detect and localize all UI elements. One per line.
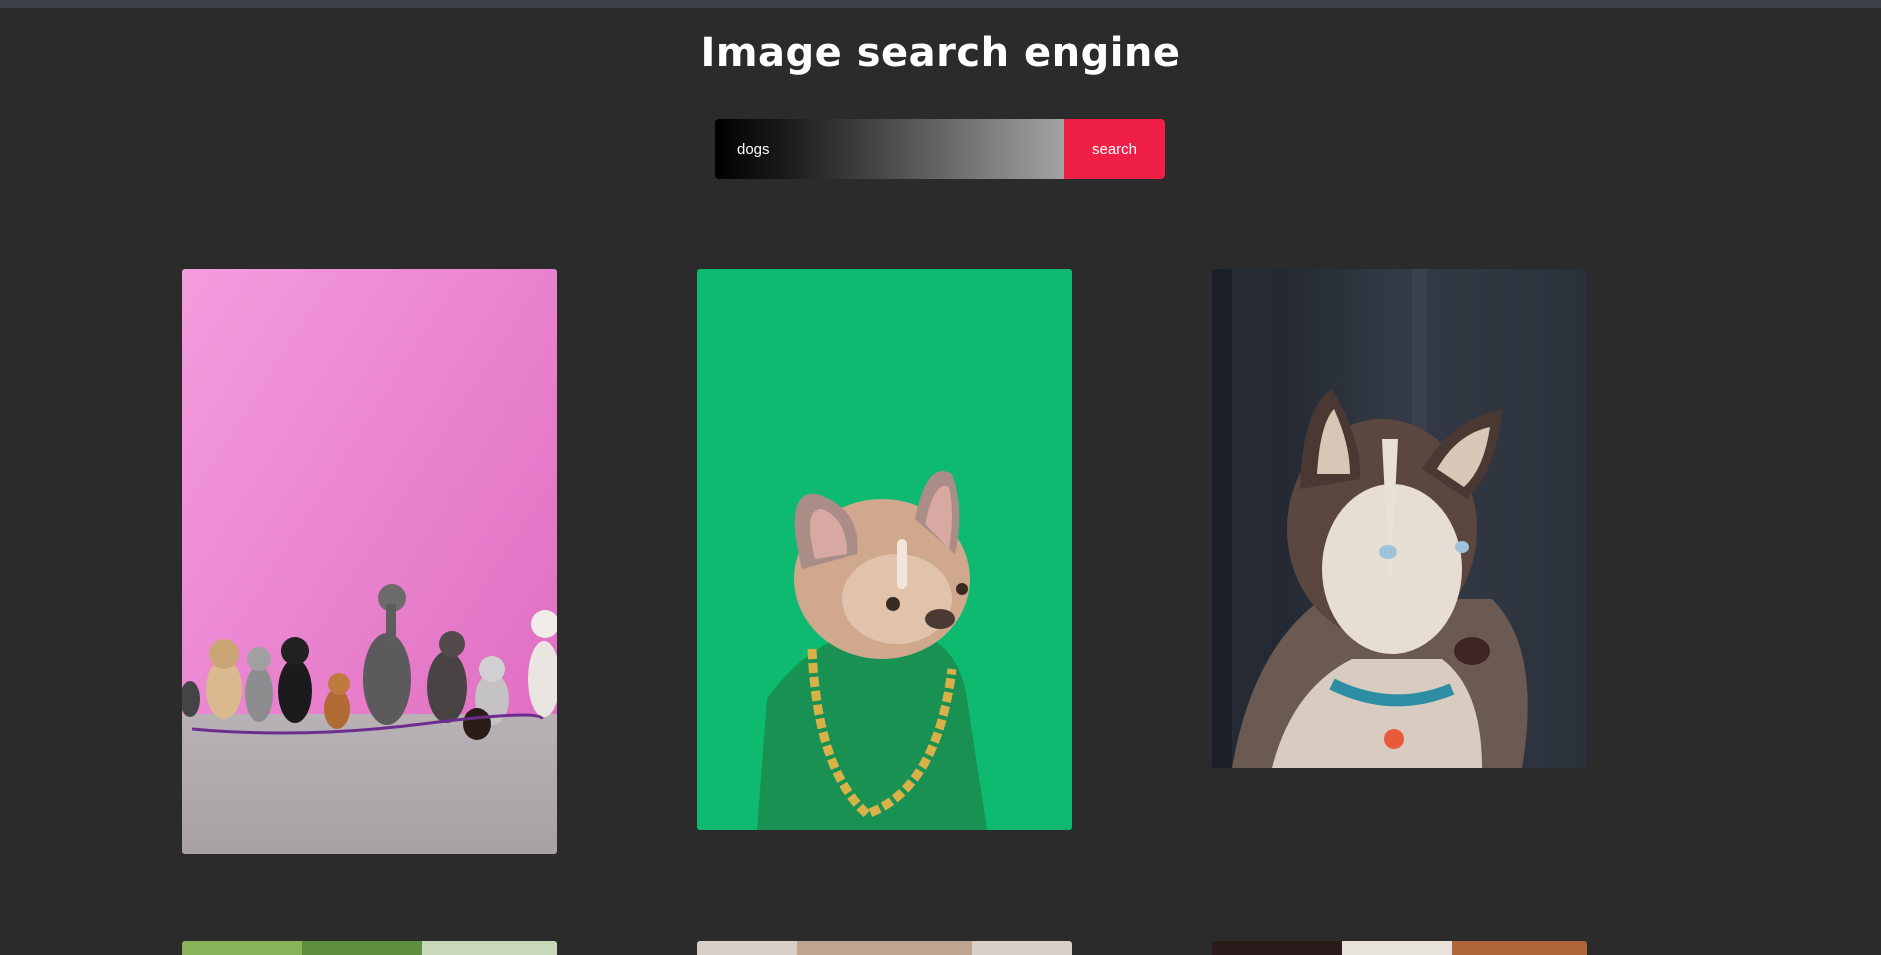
search-form: search	[715, 119, 1165, 179]
result-image-4[interactable]	[182, 941, 557, 955]
dog-image-partial	[697, 941, 1072, 955]
result-image-3[interactable]	[1212, 269, 1587, 768]
dog-image-partial	[182, 941, 557, 955]
search-input[interactable]	[715, 119, 1064, 179]
page-title: Image search engine	[700, 30, 1181, 76]
french-bulldog-image	[697, 269, 1072, 830]
result-image-2[interactable]	[697, 269, 1072, 830]
result-image-6[interactable]	[1212, 941, 1587, 955]
husky-image	[1212, 269, 1587, 768]
dogs-pink-wall-image	[182, 269, 557, 854]
result-image-5[interactable]	[697, 941, 1072, 955]
dog-image-partial	[1212, 941, 1587, 955]
browser-top-strip	[0, 0, 1881, 8]
result-image-1[interactable]	[182, 269, 557, 854]
search-button[interactable]: search	[1064, 119, 1165, 179]
